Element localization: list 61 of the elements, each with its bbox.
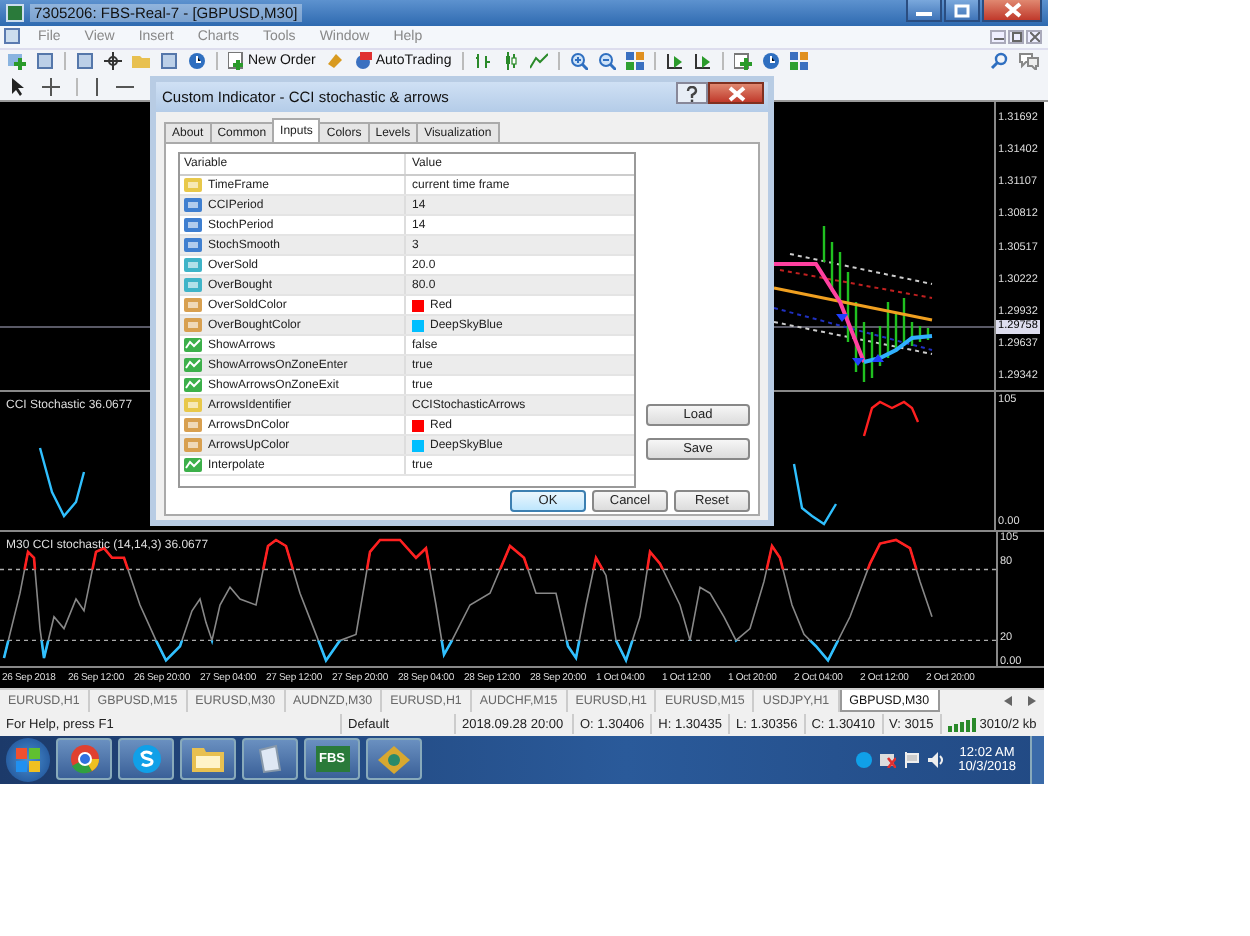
bool-type-icon bbox=[184, 378, 202, 392]
crosshair-icon[interactable] bbox=[38, 75, 64, 98]
taskbar-app-button[interactable] bbox=[180, 738, 236, 781]
close-icon bbox=[727, 85, 745, 101]
notepad-icon bbox=[256, 744, 284, 775]
indicator-icon[interactable] bbox=[729, 50, 756, 73]
chart-shift-icon[interactable] bbox=[661, 50, 688, 73]
string-type-icon bbox=[184, 398, 202, 412]
flag-icon bbox=[904, 751, 921, 768]
folder-icon bbox=[192, 746, 224, 773]
help-button[interactable] bbox=[676, 82, 708, 104]
close-button[interactable] bbox=[708, 82, 764, 104]
app-icon bbox=[6, 3, 24, 22]
bool-type-icon bbox=[184, 458, 202, 472]
maximize-button[interactable] bbox=[944, 0, 980, 22]
connection-bars-icon bbox=[947, 717, 976, 732]
window-icon[interactable] bbox=[32, 50, 58, 73]
taskbar-app-button[interactable] bbox=[56, 738, 112, 781]
oscillator-line-drawing bbox=[792, 400, 920, 526]
start-button[interactable] bbox=[6, 737, 50, 782]
start-icon bbox=[16, 747, 40, 772]
browser-icon bbox=[69, 744, 99, 775]
vertical-line-icon[interactable] bbox=[90, 75, 104, 98]
page-icon[interactable] bbox=[156, 50, 182, 73]
grid-icon[interactable] bbox=[621, 50, 648, 73]
crosshair-icon[interactable] bbox=[100, 50, 126, 73]
minimize-icon bbox=[993, 32, 1003, 41]
close-button[interactable] bbox=[1026, 29, 1042, 44]
bool-type-icon bbox=[184, 358, 202, 372]
chart-window-icon[interactable] bbox=[4, 28, 20, 45]
restore-icon bbox=[1011, 31, 1021, 42]
close-icon bbox=[1003, 2, 1021, 18]
chat-icon[interactable] bbox=[1014, 50, 1044, 73]
taskbar-app-button[interactable] bbox=[242, 738, 298, 781]
chat-app-icon bbox=[131, 744, 161, 775]
close-icon bbox=[1029, 31, 1039, 42]
zoom-out-icon[interactable] bbox=[593, 50, 620, 73]
bool-type-icon bbox=[184, 338, 202, 352]
grid-icon[interactable] bbox=[785, 50, 812, 73]
chart-icon[interactable] bbox=[72, 50, 98, 73]
clock-icon[interactable] bbox=[184, 50, 210, 73]
clock-icon[interactable] bbox=[757, 50, 784, 73]
oscillator-line bbox=[38, 447, 86, 518]
taskbar-app-button[interactable] bbox=[118, 738, 174, 781]
auto-trading-icon bbox=[353, 52, 372, 71]
show-desktop-button[interactable] bbox=[1030, 735, 1044, 784]
volume-icon bbox=[928, 751, 945, 768]
zoom-in-icon[interactable] bbox=[565, 50, 592, 73]
horizontal-line-icon[interactable] bbox=[112, 81, 138, 92]
network-icon bbox=[880, 751, 897, 768]
chart-shift-icon[interactable] bbox=[689, 50, 716, 73]
restore-button[interactable] bbox=[1008, 29, 1024, 44]
minimize-button[interactable] bbox=[990, 29, 1006, 44]
help-icon bbox=[686, 85, 698, 101]
close-button[interactable] bbox=[982, 0, 1042, 22]
minimize-button[interactable] bbox=[906, 0, 942, 22]
chart-app-icon bbox=[378, 745, 410, 774]
line-chart-icon[interactable] bbox=[525, 50, 552, 73]
chat-app-icon bbox=[856, 751, 873, 768]
search-icon[interactable] bbox=[986, 50, 1012, 73]
maximize-icon bbox=[954, 3, 970, 17]
